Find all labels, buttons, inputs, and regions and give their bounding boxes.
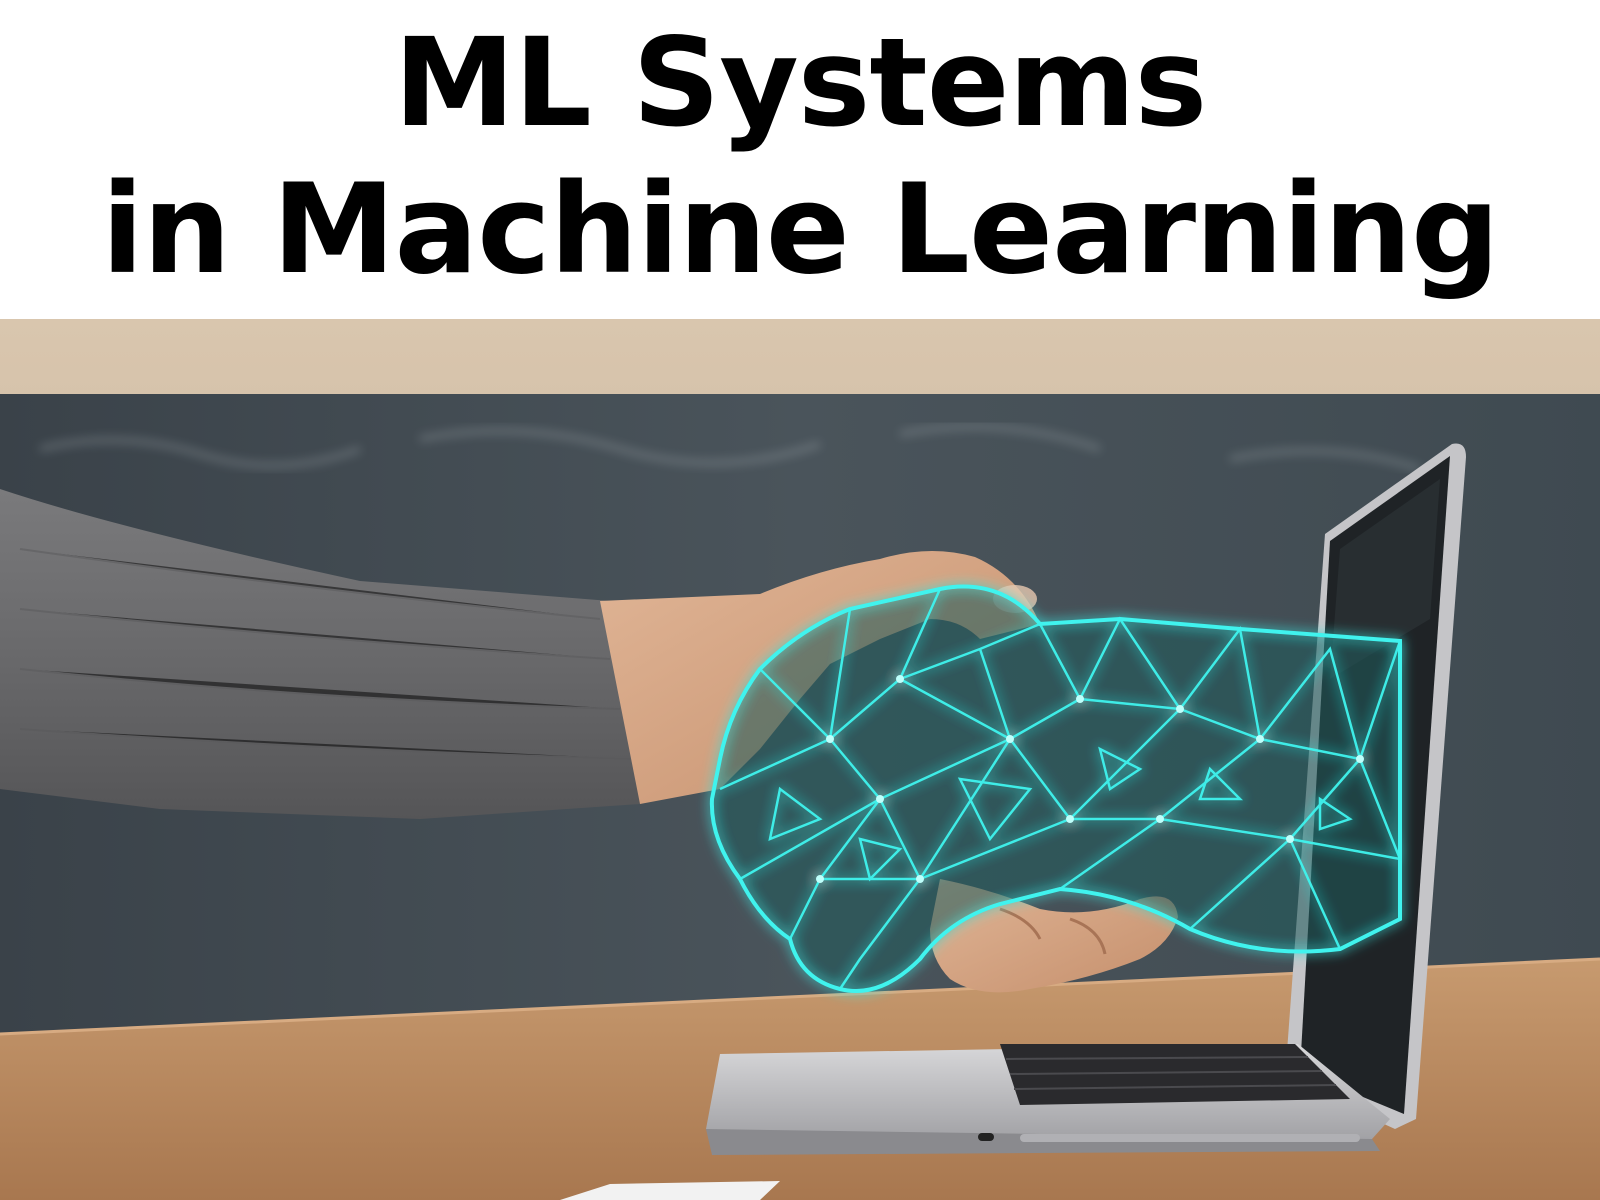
hero-photo (0, 319, 1600, 1200)
title-line-2: in Machine Learning (101, 158, 1500, 302)
title-band: ML Systems in Machine Learning (0, 0, 1600, 319)
title-line-1: ML Systems (393, 12, 1207, 154)
hero-illustration (0, 319, 1600, 1200)
poster: ML Systems in Machine Learning (0, 0, 1600, 1200)
